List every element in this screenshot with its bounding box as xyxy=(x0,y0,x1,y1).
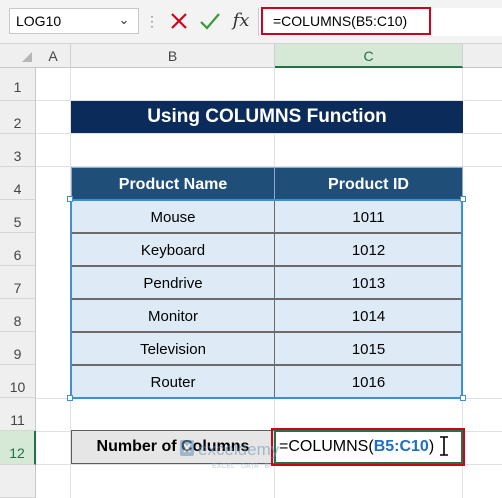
row-header-10[interactable]: 10 xyxy=(0,365,36,398)
formula-input[interactable]: =COLUMNS(B5:C10) xyxy=(261,7,431,35)
row-header-4[interactable]: 4 xyxy=(0,167,36,200)
table-header-product-name[interactable]: Product Name xyxy=(71,167,275,200)
row-header-3[interactable]: 3 xyxy=(0,134,36,167)
row-header-13[interactable] xyxy=(0,465,36,498)
row-header-6[interactable]: 6 xyxy=(0,233,36,266)
insert-function-icon[interactable]: fx xyxy=(228,6,254,36)
exceldemy-watermark: exceldemy EXCEL · DATA · BI xyxy=(178,436,328,472)
range-handle[interactable] xyxy=(67,395,73,401)
watermark-tagline: EXCEL · DATA · BI xyxy=(212,463,271,470)
range-handle[interactable] xyxy=(460,395,466,401)
enter-checkmark-icon[interactable] xyxy=(198,9,222,33)
exceldemy-logo-icon xyxy=(180,440,194,456)
cancel-icon[interactable] xyxy=(168,9,190,33)
text-cursor-icon xyxy=(438,435,450,457)
row-header-12[interactable]: 12 xyxy=(0,431,36,465)
row-header-9[interactable]: 9 xyxy=(0,332,36,365)
row-header-2[interactable]: 2 xyxy=(0,101,36,134)
row-header-7[interactable]: 7 xyxy=(0,266,36,299)
table-header-product-id[interactable]: Product ID xyxy=(274,167,463,200)
row-header-1[interactable]: 1 xyxy=(0,68,36,101)
gridline xyxy=(36,133,502,134)
row-header-5[interactable]: 5 xyxy=(0,200,36,233)
range-handle[interactable] xyxy=(460,196,466,202)
referenced-range-highlight xyxy=(70,199,463,399)
column-header-c[interactable]: C xyxy=(275,44,463,68)
column-header-a[interactable]: A xyxy=(36,44,71,68)
row-header-8[interactable]: 8 xyxy=(0,299,36,332)
watermark-name: exceldemy xyxy=(198,440,280,459)
column-header-b[interactable]: B xyxy=(71,44,275,68)
select-all-corner[interactable] xyxy=(22,52,32,62)
row-header-11[interactable]: 11 xyxy=(0,398,36,431)
sheet-title: Using COLUMNS Function xyxy=(71,101,463,133)
range-handle[interactable] xyxy=(67,196,73,202)
more-options-icon: ⋮ xyxy=(145,13,159,29)
chevron-down-icon[interactable]: ⌄ xyxy=(116,10,132,30)
